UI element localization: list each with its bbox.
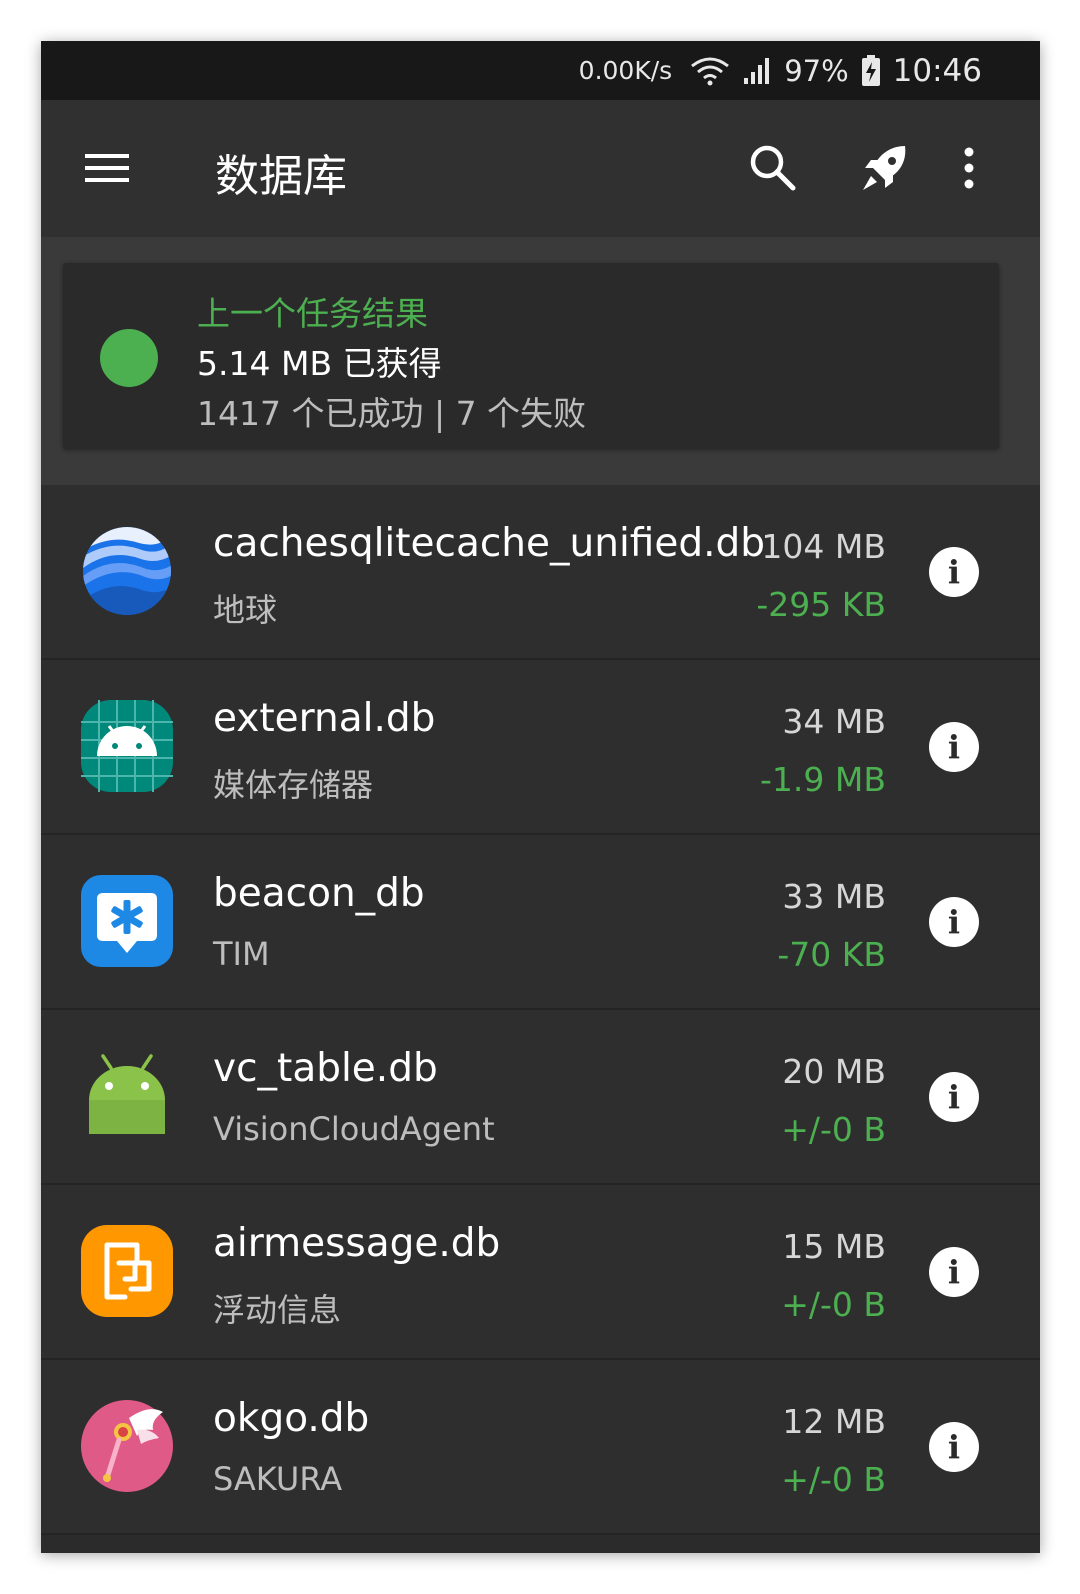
google-earth-icon: [83, 527, 171, 615]
app-name: VisionCloudAgent: [213, 1110, 495, 1148]
info-icon[interactable]: i: [929, 547, 979, 597]
page-title: 数据库: [215, 151, 347, 202]
search-icon[interactable]: [747, 142, 799, 194]
rocket-icon[interactable]: [859, 142, 911, 194]
summary-title: 上一个任务结果: [197, 294, 428, 333]
db-delta: +/-0 B: [781, 1460, 886, 1499]
summary-size: 5.14 MB 已获得: [197, 344, 442, 383]
menu-icon[interactable]: [85, 148, 131, 188]
tim-icon: [81, 875, 173, 967]
airmessage-icon: [81, 1225, 173, 1317]
app-name: 浮动信息: [213, 1291, 342, 1329]
db-size: 34 MB: [782, 702, 886, 741]
database-list: cachesqlitecache_unified.db 地球 104 MB -2…: [41, 485, 1040, 1535]
status-bar: 0.00K/s 97% 10:46: [41, 41, 1040, 100]
more-vert-icon[interactable]: [949, 144, 989, 192]
db-delta: -295 KB: [756, 585, 886, 624]
info-icon[interactable]: i: [929, 1072, 979, 1122]
summary-counts: 1417 个已成功 | 7 个失败: [197, 394, 587, 433]
list-item[interactable]: airmessage.db 浮动信息 15 MB +/-0 B i: [41, 1185, 1040, 1360]
list-item[interactable]: beacon_db TIM 33 MB -70 KB i: [41, 835, 1040, 1010]
db-size: 104 MB: [761, 527, 886, 566]
db-name: airmessage.db: [213, 1221, 501, 1266]
db-delta: +/-0 B: [781, 1285, 886, 1324]
db-delta: -1.9 MB: [760, 760, 886, 799]
list-item[interactable]: cachesqlitecache_unified.db 地球 104 MB -2…: [41, 485, 1040, 660]
info-icon[interactable]: i: [929, 1422, 979, 1472]
db-size: 12 MB: [782, 1402, 886, 1441]
network-speed: 0.00K/s: [578, 56, 673, 85]
db-size: 15 MB: [782, 1227, 886, 1266]
db-name: beacon_db: [213, 871, 425, 916]
db-name: okgo.db: [213, 1396, 370, 1441]
wifi-icon: [691, 57, 730, 85]
info-icon[interactable]: i: [929, 1247, 979, 1297]
db-size: 20 MB: [782, 1052, 886, 1091]
battery-percent: 97%: [784, 53, 849, 88]
status-dot-icon: [100, 329, 158, 387]
android-robot-icon: [89, 1054, 165, 1134]
signal-icon: [744, 57, 770, 84]
battery-charging-icon: [861, 54, 880, 86]
info-icon[interactable]: i: [929, 722, 979, 772]
sakura-wand-icon: [81, 1400, 173, 1492]
app-name: 地球: [213, 591, 278, 629]
app-name: 媒体存储器: [213, 766, 374, 804]
summary-section: 上一个任务结果 5.14 MB 已获得 1417 个已成功 | 7 个失败: [41, 237, 1040, 485]
app-name: SAKURA: [213, 1460, 343, 1498]
app-bar: 数据库: [41, 100, 1040, 237]
list-item[interactable]: external.db 媒体存储器 34 MB -1.9 MB i: [41, 660, 1040, 835]
db-name: vc_table.db: [213, 1046, 438, 1091]
db-size: 33 MB: [782, 877, 886, 916]
db-name: external.db: [213, 696, 436, 741]
phone-screen: 0.00K/s 97% 10:46 数据库 上一个任务结果 5.14 MB 已获…: [41, 41, 1040, 1553]
clock: 10:46: [892, 52, 982, 89]
list-item[interactable]: vc_table.db VisionCloudAgent 20 MB +/-0 …: [41, 1010, 1040, 1185]
last-task-result-card[interactable]: 上一个任务结果 5.14 MB 已获得 1417 个已成功 | 7 个失败: [63, 263, 999, 449]
info-icon[interactable]: i: [929, 897, 979, 947]
db-name: cachesqlitecache_unified.db: [213, 521, 766, 566]
android-media-icon: [81, 700, 173, 792]
list-item[interactable]: okgo.db SAKURA 12 MB +/-0 B i: [41, 1360, 1040, 1535]
db-delta: -70 KB: [777, 935, 886, 974]
app-name: TIM: [213, 935, 270, 973]
db-delta: +/-0 B: [781, 1110, 886, 1149]
